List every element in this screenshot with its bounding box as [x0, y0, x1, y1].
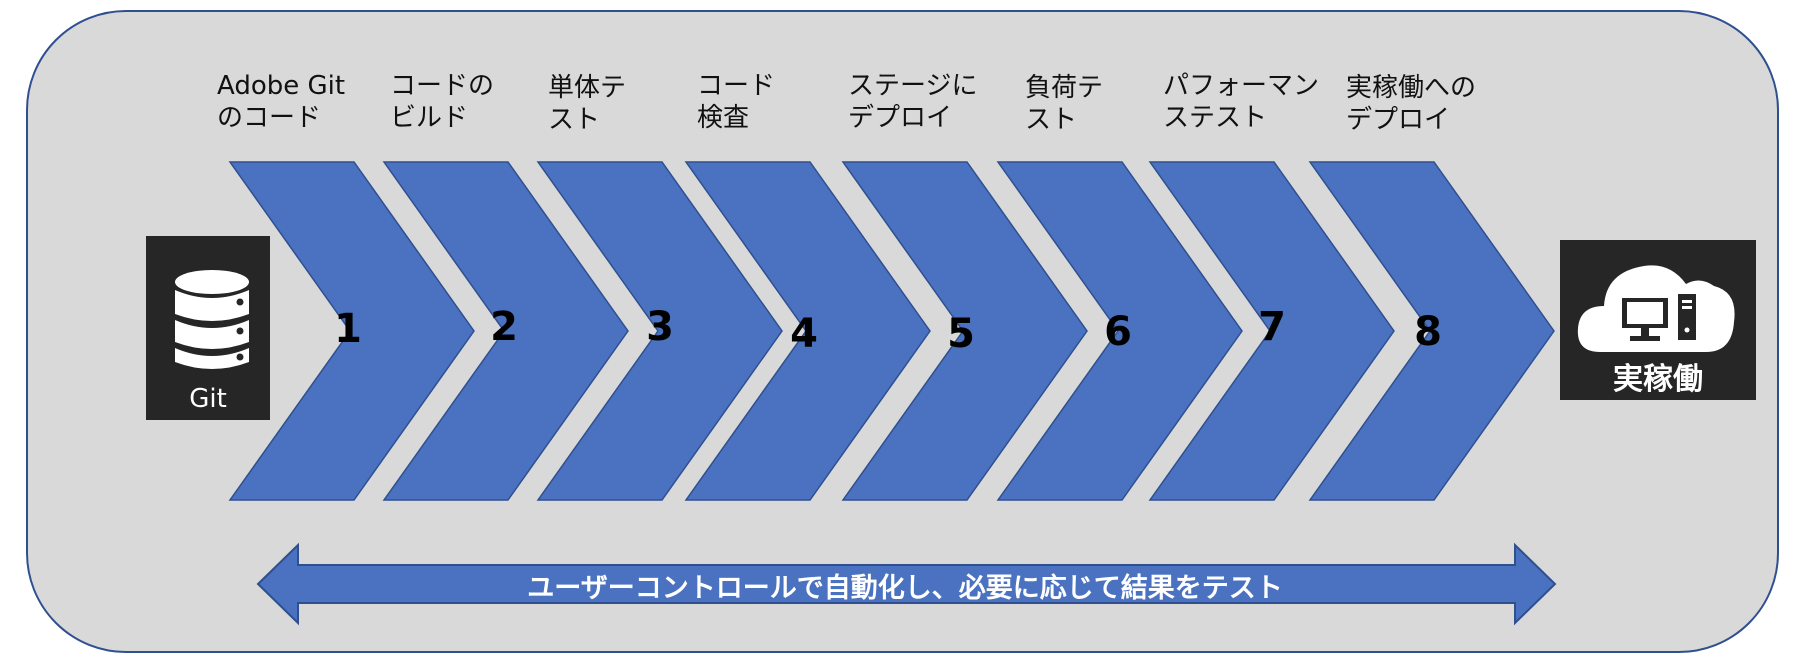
step-number-5: 5 — [947, 311, 975, 357]
step-number-7: 7 — [1258, 304, 1286, 350]
git-caption: Git — [189, 384, 227, 414]
step-number-8: 8 — [1414, 309, 1442, 355]
step-number-4: 4 — [790, 311, 818, 357]
cloud-computer-icon — [1577, 265, 1735, 352]
step-number-3: 3 — [646, 304, 674, 350]
step-number-1: 1 — [334, 306, 362, 352]
step-number-6: 6 — [1104, 309, 1132, 355]
bottom-arrow-text: ユーザーコントロールで自動化し、必要に応じて結果をテスト — [527, 573, 1283, 604]
step-number-2: 2 — [490, 304, 518, 350]
database-icon — [175, 270, 249, 369]
pipeline-diagram: 1 2 3 4 5 6 7 8 — [175, 161, 1735, 626]
production-caption: 実稼働 — [1613, 362, 1703, 397]
